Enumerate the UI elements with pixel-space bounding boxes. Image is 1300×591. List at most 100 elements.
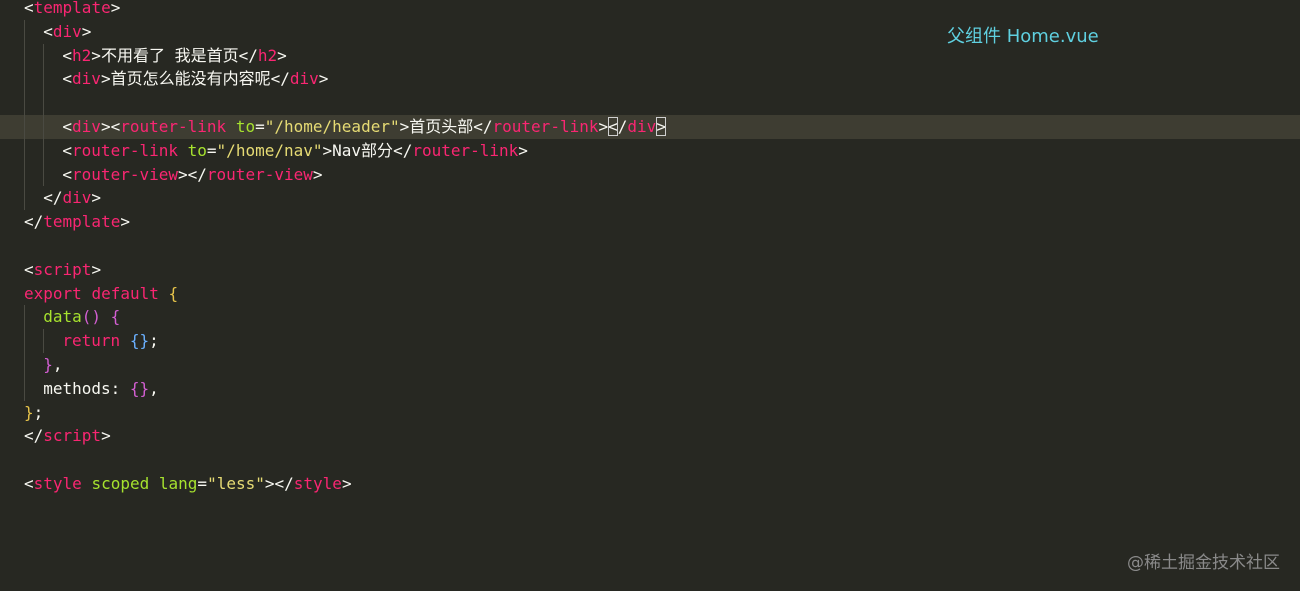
code-token: > <box>518 140 528 160</box>
code-token: lang <box>158 473 198 493</box>
code-token: < <box>62 116 73 136</box>
code-line[interactable]: data() { <box>0 305 1300 330</box>
code-token: router-view <box>72 164 178 184</box>
watermark: @稀土掘金技术社区 <box>1127 553 1280 573</box>
indent-guide <box>24 186 25 211</box>
indent-guide <box>24 43 25 68</box>
code-token: < <box>24 0 34 17</box>
code-line[interactable]: return {}; <box>0 329 1300 353</box>
code-line[interactable]: </div> <box>0 186 1300 211</box>
code-token: < <box>110 116 121 136</box>
code-token: </ <box>43 188 63 208</box>
code-token: </ <box>274 473 294 493</box>
code-token: > <box>264 473 275 493</box>
code-token: > <box>399 116 410 136</box>
code-token: > <box>120 212 130 232</box>
code-line[interactable]: <div><router-link to="/home/header">首页头部… <box>0 114 1300 139</box>
code-line[interactable]: </template> <box>0 210 1300 234</box>
code-token: 首页怎么能没有内容呢 <box>110 69 271 89</box>
code-line[interactable]: export default { <box>0 282 1300 306</box>
code-token: </ <box>473 116 493 136</box>
code-line[interactable]: </script> <box>0 424 1300 448</box>
code-lines[interactable]: <template> <div> <h2>不用看了 我是首页</h2> <div>首页… <box>0 0 1300 496</box>
code-token: > <box>341 473 352 493</box>
code-line[interactable] <box>0 91 1300 115</box>
code-line[interactable]: <router-view></router-view> <box>0 162 1300 187</box>
code-line[interactable]: <div>首页怎么能没有内容呢</div> <box>0 67 1300 92</box>
code-token: { <box>168 283 179 303</box>
indent-guide <box>24 162 25 187</box>
code-token: > <box>318 69 329 89</box>
code-token: > <box>598 116 609 136</box>
code-token: </ <box>238 45 258 65</box>
indent-guide <box>24 114 25 139</box>
code-token: export <box>24 283 82 303</box>
code-line[interactable]: <style scoped lang="less"></style> <box>0 472 1300 496</box>
code-token: router-view <box>206 164 313 184</box>
code-token: scoped <box>91 473 150 493</box>
code-token: > <box>322 140 333 160</box>
code-line[interactable]: <template> <box>0 0 1300 20</box>
code-token: to <box>187 140 207 160</box>
code-token: = <box>206 140 217 160</box>
code-token: </ <box>24 426 44 446</box>
code-token: div <box>289 69 319 89</box>
code-token: } <box>24 402 34 422</box>
code-line[interactable]: <div> <box>0 19 1300 44</box>
code-token: > <box>91 45 101 65</box>
indent-guide <box>43 43 45 68</box>
indent-guide <box>43 67 45 92</box>
code-token: div <box>627 116 657 136</box>
code-token: to <box>235 116 256 136</box>
code-token: , <box>52 354 63 374</box>
code-token: h2 <box>257 45 278 65</box>
code-token: / <box>617 116 628 136</box>
code-line[interactable]: }; <box>0 401 1300 425</box>
code-token: ; <box>149 331 159 351</box>
code-line[interactable]: <script> <box>0 258 1300 282</box>
code-token: router-link <box>72 140 178 160</box>
indent-guide <box>24 67 25 92</box>
code-line[interactable]: <h2>不用看了 我是首页</h2> <box>0 43 1300 68</box>
indent-guide <box>43 329 45 353</box>
code-token: router-link <box>412 140 519 160</box>
indent-guide <box>24 138 25 163</box>
code-token: h2 <box>72 45 92 65</box>
code-token: {} <box>129 331 150 351</box>
code-line[interactable]: }, <box>0 352 1300 377</box>
indent-guide <box>24 376 25 401</box>
code-token: > <box>81 21 92 41</box>
code-token: < <box>62 45 73 65</box>
code-token: </ <box>270 69 290 89</box>
code-line[interactable] <box>0 234 1300 258</box>
indent-guide <box>24 352 25 377</box>
code-editor[interactable]: <template> <div> <h2>不用看了 我是首页</h2> <div>首页… <box>0 0 1300 591</box>
code-token: Nav部分 <box>332 140 394 160</box>
bracket-match-highlight: < <box>608 116 618 136</box>
indent-guide <box>24 305 25 330</box>
code-token: div <box>72 69 101 89</box>
code-token: = <box>255 116 265 136</box>
code-line[interactable]: <router-link to="/home/nav">Nav部分</route… <box>0 138 1300 163</box>
code-token: > <box>312 164 323 184</box>
code-token: div <box>52 21 82 41</box>
indent-guide <box>24 19 25 44</box>
code-line[interactable] <box>0 448 1300 472</box>
code-token: script <box>33 259 92 279</box>
indent-guide <box>43 114 45 139</box>
code-token: "/home/nav" <box>216 140 323 160</box>
code-token: router-link <box>492 116 599 136</box>
code-token: > <box>91 188 101 208</box>
code-line[interactable]: methods: {}, <box>0 376 1300 401</box>
code-token: "/home/header" <box>264 116 400 136</box>
code-token: < <box>24 259 34 279</box>
bracket-match-highlight: > <box>656 116 666 136</box>
code-token: : <box>110 378 130 398</box>
